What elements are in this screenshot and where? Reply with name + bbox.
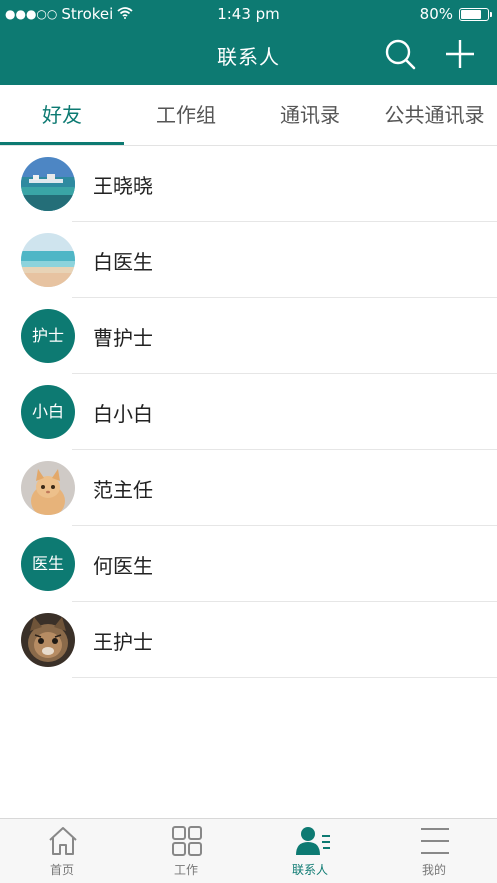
- contact-name: 白小白: [93, 402, 153, 426]
- tabbar-work[interactable]: 工作: [124, 819, 248, 883]
- avatar: 护士: [21, 309, 75, 363]
- avatar: 医生: [21, 537, 75, 591]
- avatar: [21, 613, 75, 667]
- search-button[interactable]: [383, 37, 417, 71]
- add-button[interactable]: [443, 37, 477, 71]
- contact-name: 王晓晓: [93, 174, 153, 198]
- status-bar: ●●●○○ Strokei 1:43 pm 80%: [0, 0, 497, 28]
- segment-tabs: 好友 工作组 通讯录 公共通讯录: [0, 85, 497, 146]
- search-icon: [385, 39, 416, 70]
- contact-row[interactable]: 护士 曹护士: [0, 298, 497, 374]
- contact-name: 何医生: [93, 554, 153, 578]
- grid-icon: [172, 826, 202, 856]
- avatar: [21, 157, 75, 211]
- home-icon: [49, 827, 77, 855]
- tab-public-address-book[interactable]: 公共通讯录: [372, 85, 497, 146]
- contact-row[interactable]: 小白 白小白: [0, 374, 497, 450]
- tabbar-label: 首页: [49, 863, 74, 877]
- contact-list: 王晓晓 白医生 护士 曹护士 小白 白小白 范主任 医生 何医生 王护士: [0, 146, 497, 678]
- contact-row[interactable]: 医生 何医生: [0, 526, 497, 602]
- tab-address-book[interactable]: 通讯录: [248, 85, 372, 146]
- active-tab-indicator: [0, 142, 124, 145]
- bottom-tab-bar: 首页 工作 联系人 我的: [0, 818, 497, 883]
- contact-name: 白医生: [93, 250, 153, 274]
- tab-friends[interactable]: 好友: [0, 85, 124, 146]
- page-title: 联系人: [217, 45, 280, 69]
- contact-row[interactable]: 白医生: [0, 222, 497, 298]
- tabbar-home[interactable]: 首页: [0, 819, 124, 883]
- menu-icon: [421, 828, 449, 854]
- avatar: [21, 233, 75, 287]
- tabbar-mine[interactable]: 我的: [372, 819, 496, 883]
- avatar: [21, 461, 75, 515]
- status-right: 80%: [419, 5, 492, 23]
- contact-row[interactable]: 王护士: [0, 602, 497, 678]
- contact-row[interactable]: 王晓晓: [0, 146, 497, 222]
- contacts-icon: [296, 827, 330, 855]
- header: ●●●○○ Strokei 1:43 pm 80% 联系人: [0, 0, 497, 85]
- battery-percent: 80%: [419, 5, 453, 23]
- contact-name: 王护士: [93, 630, 153, 654]
- tab-workgroup[interactable]: 工作组: [124, 85, 248, 146]
- contact-row[interactable]: 范主任: [0, 450, 497, 526]
- plus-icon: [446, 40, 474, 68]
- tabbar-label: 我的: [421, 863, 446, 877]
- contact-name: 范主任: [93, 478, 153, 502]
- tabbar-label: 联系人: [291, 863, 328, 877]
- battery-icon: [459, 7, 492, 21]
- tabbar-contacts[interactable]: 联系人: [248, 819, 372, 883]
- avatar: 小白: [21, 385, 75, 439]
- contact-name: 曹护士: [93, 326, 153, 350]
- tabbar-label: 工作: [173, 863, 198, 877]
